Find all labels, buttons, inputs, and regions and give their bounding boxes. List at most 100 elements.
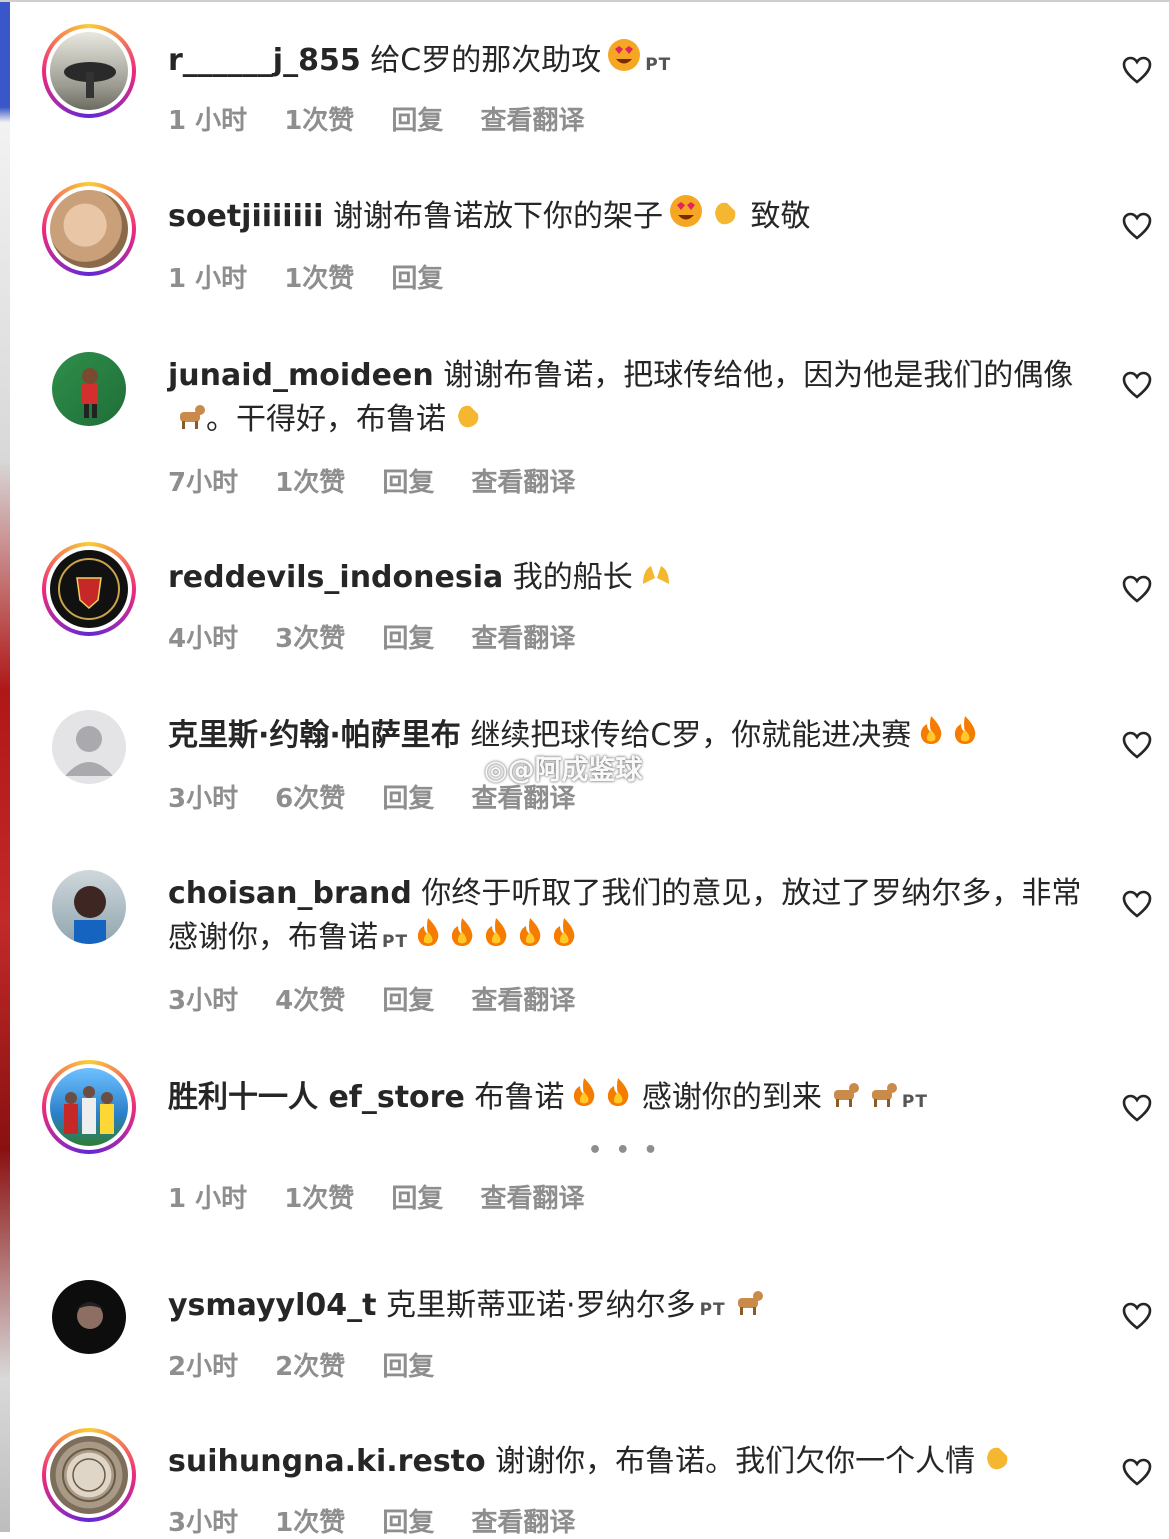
avatar[interactable] <box>42 1060 136 1154</box>
comment-likes[interactable]: 6次赞 <box>275 784 345 814</box>
like-heart-icon[interactable] <box>1122 212 1152 240</box>
like-heart-icon[interactable] <box>1122 575 1152 603</box>
fire-emoji-icon <box>550 916 578 961</box>
comment-text-2: 致敬 <box>750 199 811 234</box>
comment-time: 3小时 <box>168 986 239 1016</box>
fire-emoji-icon <box>414 916 442 961</box>
fire-emoji-icon <box>917 714 945 759</box>
avatar[interactable] <box>42 24 136 118</box>
watermark-text: @阿成鉴球 <box>507 755 643 786</box>
see-translation-button[interactable]: 查看翻译 <box>480 106 584 136</box>
like-heart-icon[interactable] <box>1122 371 1152 399</box>
like-heart-icon[interactable] <box>1122 1458 1152 1486</box>
more-options-dots[interactable]: • • • <box>588 1138 661 1163</box>
comment-username[interactable]: choisan_brand <box>168 876 412 911</box>
watermark: ◎@阿成鉴球 <box>484 748 643 787</box>
avatar[interactable] <box>42 182 136 276</box>
comment-time: 1 小时 <box>168 264 248 294</box>
fire-emoji-icon <box>604 1076 632 1121</box>
weibo-logo-icon: ◎ <box>484 755 508 786</box>
comment-likes[interactable]: 1次赞 <box>284 1184 354 1214</box>
clap-emoji-icon <box>981 1440 1013 1485</box>
reply-button[interactable]: 回复 <box>382 1508 434 1538</box>
comment-username[interactable]: soetjiiiiiii <box>168 199 323 234</box>
like-heart-icon[interactable] <box>1122 731 1152 759</box>
goat-emoji-icon <box>828 1077 860 1121</box>
comment-username[interactable]: junaid_moideen <box>168 358 434 393</box>
reply-button[interactable]: 回复 <box>382 784 434 814</box>
comment-tag: PT <box>699 1300 726 1320</box>
comment-time: 2小时 <box>168 1352 239 1382</box>
reply-button[interactable]: 回复 <box>382 624 434 654</box>
comment-text: 谢谢你，布鲁诺。我们欠你一个人情 <box>495 1444 976 1479</box>
reply-button[interactable]: 回复 <box>382 986 434 1016</box>
raised-hands-emoji-icon <box>639 557 673 601</box>
fire-emoji-icon <box>482 916 510 961</box>
avatar[interactable] <box>42 542 136 636</box>
comment-username[interactable]: 胜利十一人 ef_store <box>168 1080 465 1115</box>
comment-time: 4小时 <box>168 624 239 654</box>
avatar[interactable] <box>52 352 126 426</box>
like-heart-icon[interactable] <box>1122 890 1152 918</box>
comment-time: 1 小时 <box>168 106 248 136</box>
fire-emoji-icon <box>951 714 979 759</box>
see-translation-button[interactable]: 查看翻译 <box>471 986 575 1016</box>
fire-emoji-icon <box>448 916 476 961</box>
comment-time: 1 小时 <box>168 1184 248 1214</box>
avatar[interactable] <box>52 870 126 944</box>
see-translation-button[interactable]: 查看翻译 <box>471 1508 575 1538</box>
like-heart-icon[interactable] <box>1122 56 1152 84</box>
comment-text-2: 感谢你的到来 <box>641 1080 822 1115</box>
see-translation-button[interactable]: 查看翻译 <box>471 624 575 654</box>
comment-username[interactable]: reddevils_indonesia <box>168 560 503 595</box>
comment-username[interactable]: 克里斯·约翰·帕萨里布 <box>168 718 461 753</box>
comment-likes[interactable]: 1次赞 <box>275 468 345 498</box>
goat-emoji-icon <box>866 1077 898 1121</box>
fire-emoji-icon <box>570 1076 598 1121</box>
reply-button[interactable]: 回复 <box>382 468 434 498</box>
avatar[interactable] <box>52 1280 126 1354</box>
comment-text: 布鲁诺 <box>474 1080 565 1115</box>
comment-tag: PT <box>382 932 409 952</box>
reply-button[interactable]: 回复 <box>391 1184 443 1214</box>
comment-likes[interactable]: 3次赞 <box>275 624 345 654</box>
avatar[interactable] <box>52 710 126 784</box>
reply-button[interactable]: 回复 <box>391 106 443 136</box>
comment-username[interactable]: ysmayyl04_t <box>168 1288 376 1323</box>
heart-eyes-emoji-icon <box>669 194 703 241</box>
comment-time: 3小时 <box>168 1508 239 1538</box>
comment-text-2: 。干得好，布鲁诺 <box>206 402 446 437</box>
comment-username[interactable]: suihungna.ki.resto <box>168 1444 486 1479</box>
see-translation-button[interactable]: 查看翻译 <box>480 1184 584 1214</box>
comment-text: 谢谢布鲁诺，把球传给他，因为他是我们的偶像 <box>443 358 1074 393</box>
comment-likes[interactable]: 4次赞 <box>275 986 345 1016</box>
fire-emoji-icon <box>516 916 544 961</box>
comment-username[interactable]: r______j_855 <box>168 43 361 78</box>
heart-eyes-emoji-icon <box>607 38 641 85</box>
comment-likes[interactable]: 1次赞 <box>275 1508 345 1538</box>
comment-likes[interactable]: 1次赞 <box>284 106 354 136</box>
comment-likes[interactable]: 1次赞 <box>284 264 354 294</box>
comment-time: 7小时 <box>168 468 239 498</box>
clap-emoji-icon <box>709 195 741 240</box>
top-divider <box>0 0 1169 2</box>
comment-tag: PT <box>645 55 672 75</box>
goat-emoji-icon <box>732 1285 764 1329</box>
clap-emoji-icon <box>452 398 484 443</box>
reply-button[interactable]: 回复 <box>382 1352 434 1382</box>
comment-text: 给C罗的那次助攻 <box>370 43 602 78</box>
comment-tag: PT <box>901 1092 928 1112</box>
like-heart-icon[interactable] <box>1122 1094 1152 1122</box>
comment-time: 3小时 <box>168 784 239 814</box>
see-translation-button[interactable]: 查看翻译 <box>471 784 575 814</box>
background-image-edge <box>0 0 10 1532</box>
comment-text: 克里斯蒂亚诺·罗纳尔多 <box>386 1288 696 1323</box>
see-translation-button[interactable]: 查看翻译 <box>471 468 575 498</box>
comment-likes[interactable]: 2次赞 <box>275 1352 345 1382</box>
goat-emoji-icon <box>174 399 206 443</box>
like-heart-icon[interactable] <box>1122 1302 1152 1330</box>
comment-text: 谢谢布鲁诺放下你的架子 <box>332 199 663 234</box>
comment-text: 我的船长 <box>512 560 633 595</box>
avatar[interactable] <box>42 1428 136 1522</box>
reply-button[interactable]: 回复 <box>391 264 443 294</box>
